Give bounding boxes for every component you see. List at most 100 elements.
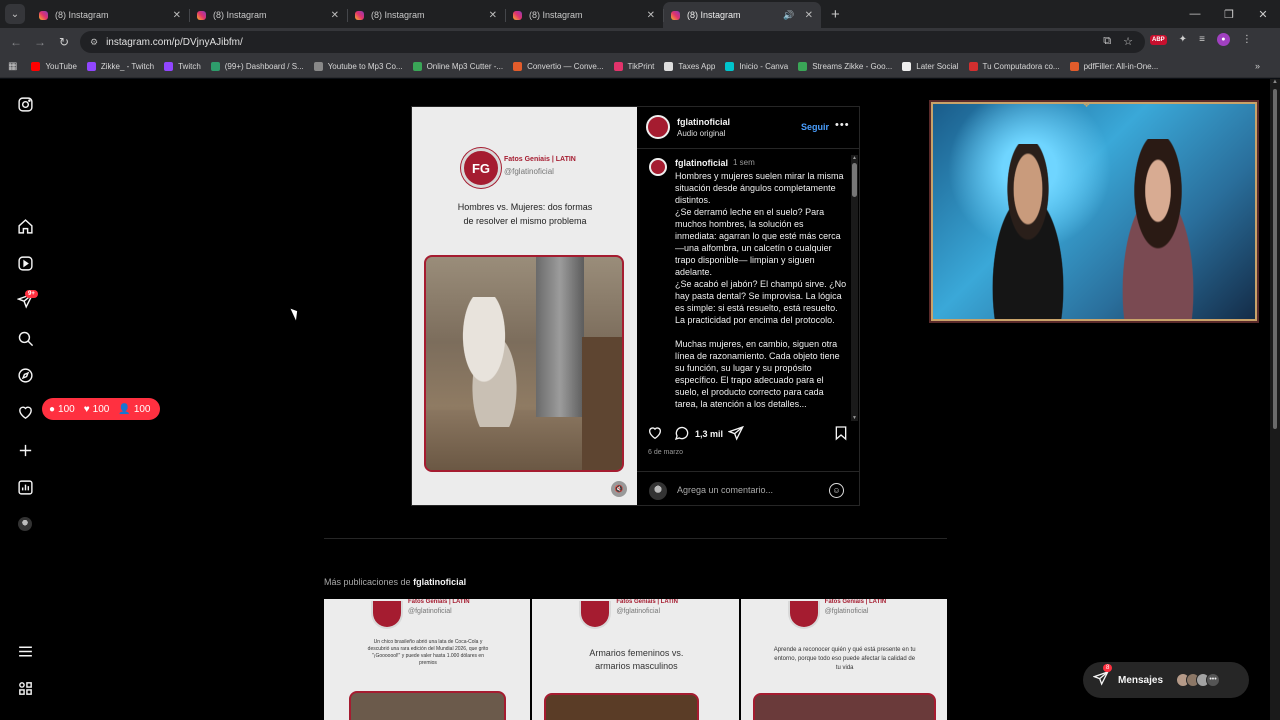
browser-tab-2[interactable]: (8) Instagram ✕ (189, 2, 347, 28)
more-bookmarks-chevron-icon[interactable]: » (1255, 61, 1260, 71)
comment-count[interactable]: 1,3 mil (695, 429, 723, 439)
install-app-icon[interactable]: ⧉ (1103, 35, 1111, 48)
apps-grid-icon[interactable]: ▦ (8, 61, 17, 72)
grid-post-2[interactable]: Fatos Geniais | LATIN @fglatinoficial Ar… (532, 599, 739, 720)
media-brand-name: Fatos Geniais | LATIN (504, 156, 576, 163)
search-icon[interactable] (16, 329, 34, 347)
media-control-icon[interactable]: ≡ (1199, 34, 1205, 45)
profile-avatar[interactable] (18, 517, 32, 531)
grid-post-3[interactable]: Fatos Geniais | LATIN @fglatinoficial Ap… (740, 599, 947, 720)
bookmark-item[interactable]: Taxes App (664, 62, 715, 71)
tab-close-icon[interactable]: ✕ (805, 10, 813, 21)
comment-bubble-icon[interactable] (674, 425, 690, 446)
caption-scrollbar[interactable]: ▲ ▼ (851, 155, 858, 421)
more-posts-prefix: Más publicaciones de (324, 577, 411, 587)
more-contacts-icon: ••• (1206, 673, 1221, 687)
create-plus-icon[interactable] (16, 441, 34, 459)
grid-post-1[interactable]: Fatos Geniais | LATIN @fglatinoficial Un… (324, 599, 531, 720)
tab-close-icon[interactable]: ✕ (331, 10, 339, 21)
caption-area: fglatinoficial 1 sem Hombres y mujeres s… (637, 150, 851, 415)
more-posts-username[interactable]: fglatinoficial (413, 577, 466, 587)
bookmark-favicon-icon (164, 62, 174, 71)
restore-icon[interactable]: ❐ (1212, 8, 1246, 21)
also-from-meta-grid-icon[interactable] (16, 679, 34, 697)
extensions-puzzle-icon[interactable]: ✦ (1179, 34, 1187, 45)
browser-toolbar: ← → ↻ ⚙ instagram.com/p/DVjnyAJibfm/ ⧉ ☆ (0, 28, 1280, 56)
more-posts-grid: Fatos Geniais | LATIN @fglatinoficial Un… (324, 599, 947, 720)
tab-close-icon[interactable]: ✕ (647, 10, 655, 21)
bookmark-item[interactable]: (99+) Dashboard / S... (210, 62, 304, 71)
browser-tab-5-active[interactable]: (8) Instagram 🔊 ✕ (663, 2, 821, 28)
tab-audio-icon[interactable]: 🔊 (783, 10, 794, 21)
more-options-icon[interactable]: ••• (835, 119, 850, 131)
tab-search-chevron-icon[interactable]: ⌄ (5, 4, 25, 24)
author-username[interactable]: fglatinoficial (677, 117, 730, 127)
grid-brand-handle: @fglatinoficial (616, 608, 661, 615)
messages-button[interactable]: 8 Mensajes ••• (1083, 662, 1249, 698)
audio-label[interactable]: Audio original (677, 129, 725, 138)
caption-author-username[interactable]: fglatinoficial (675, 158, 728, 168)
bookmark-star-icon[interactable]: ☆ (1123, 35, 1133, 48)
bookmark-item[interactable]: Convertio — Conve... (513, 62, 604, 71)
author-avatar[interactable] (646, 115, 670, 139)
comment-input[interactable]: Agrega un comentario... (677, 485, 773, 495)
dashboard-insights-icon[interactable] (16, 478, 34, 496)
bookmark-item[interactable]: Tu Computadora co... (968, 62, 1060, 71)
home-icon[interactable] (16, 217, 34, 235)
address-bar[interactable]: ⚙ instagram.com/p/DVjnyAJibfm/ ⧉ ☆ (80, 31, 1145, 53)
reload-icon[interactable]: ↻ (52, 35, 76, 49)
bookmark-item[interactable]: Online Mp3 Cutter -... (412, 62, 503, 71)
grid-thumbnail (752, 693, 936, 720)
bookmark-item[interactable]: Streams Zikke - Goo... (798, 62, 892, 71)
bookmark-item[interactable]: pdfFiller: All-in-One... (1069, 62, 1158, 71)
browser-menu-icon[interactable]: ⋮ (1242, 34, 1252, 45)
tab-title: (8) Instagram (371, 10, 425, 20)
site-info-icon[interactable]: ⚙ (90, 37, 98, 48)
bookmark-favicon-icon (31, 62, 41, 71)
grid-brand-name: Fatos Geniais | LATIN (824, 599, 887, 605)
bookmark-item[interactable]: Zikke_ - Twitch (86, 62, 154, 71)
grid-thumbnail (544, 693, 700, 720)
page-scrollbar[interactable]: ▲ (1270, 79, 1280, 720)
back-arrow-icon[interactable]: ← (4, 35, 28, 49)
post-media[interactable]: FG Fatos Geniais | LATIN @fglatinoficial… (412, 107, 637, 505)
adblock-extension-icon[interactable]: ABP (1150, 34, 1167, 45)
caption-author-avatar[interactable] (649, 158, 667, 176)
profile-avatar-icon[interactable]: ● (1216, 33, 1230, 46)
bookmark-item[interactable]: Youtube to Mp3 Co... (313, 62, 403, 71)
tab-close-icon[interactable]: ✕ (173, 10, 181, 21)
bookmark-item[interactable]: Later Social (902, 62, 959, 71)
like-heart-icon[interactable] (647, 425, 663, 446)
emoji-icon[interactable]: ☺ (829, 483, 844, 498)
tab-close-icon[interactable]: ✕ (489, 10, 497, 21)
brand-logo-icon (787, 601, 820, 629)
browser-tab-4[interactable]: (8) Instagram ✕ (505, 2, 663, 28)
browser-tab-3[interactable]: (8) Instagram ✕ (347, 2, 505, 28)
explore-compass-icon[interactable] (16, 366, 34, 384)
bookmarks-bar: ▦ YouTube Zikke_ - Twitch Twitch (99+) Dash… (0, 56, 1280, 78)
bookmark-item[interactable]: YouTube (31, 62, 77, 71)
message-avatars: ••• (1176, 673, 1221, 687)
new-tab-plus-icon[interactable]: + (831, 6, 840, 23)
video-frame[interactable] (424, 255, 624, 472)
bookmark-item[interactable]: Twitch (164, 62, 201, 71)
instagram-logo-icon[interactable] (16, 95, 34, 113)
mouse-cursor-icon (290, 306, 301, 321)
bookmark-label: TikPrint (627, 62, 655, 71)
forward-arrow-icon[interactable]: → (28, 35, 52, 49)
reels-icon[interactable] (16, 254, 34, 272)
notifications-popup[interactable]: ● 100 ♥ 100 👤 100 (42, 398, 160, 420)
bookmark-item[interactable]: Inicio - Canva (725, 62, 788, 71)
minimize-icon[interactable]: — (1178, 8, 1212, 20)
follows-count: 👤 100 (118, 404, 150, 415)
more-menu-hamburger-icon[interactable] (16, 642, 34, 660)
browser-tab-1[interactable]: (8) Instagram ✕ (31, 2, 189, 28)
save-bookmark-icon[interactable] (833, 425, 849, 446)
share-send-icon[interactable] (727, 425, 744, 446)
notifications-heart-icon[interactable] (16, 403, 34, 421)
bookmark-label: Convertio — Conve... (527, 62, 604, 71)
bookmark-item[interactable]: TikPrint (613, 62, 655, 71)
follow-button[interactable]: Seguir (801, 122, 829, 132)
mute-speaker-icon[interactable]: 🔇 (611, 481, 627, 497)
close-window-icon[interactable]: ✕ (1246, 8, 1280, 21)
